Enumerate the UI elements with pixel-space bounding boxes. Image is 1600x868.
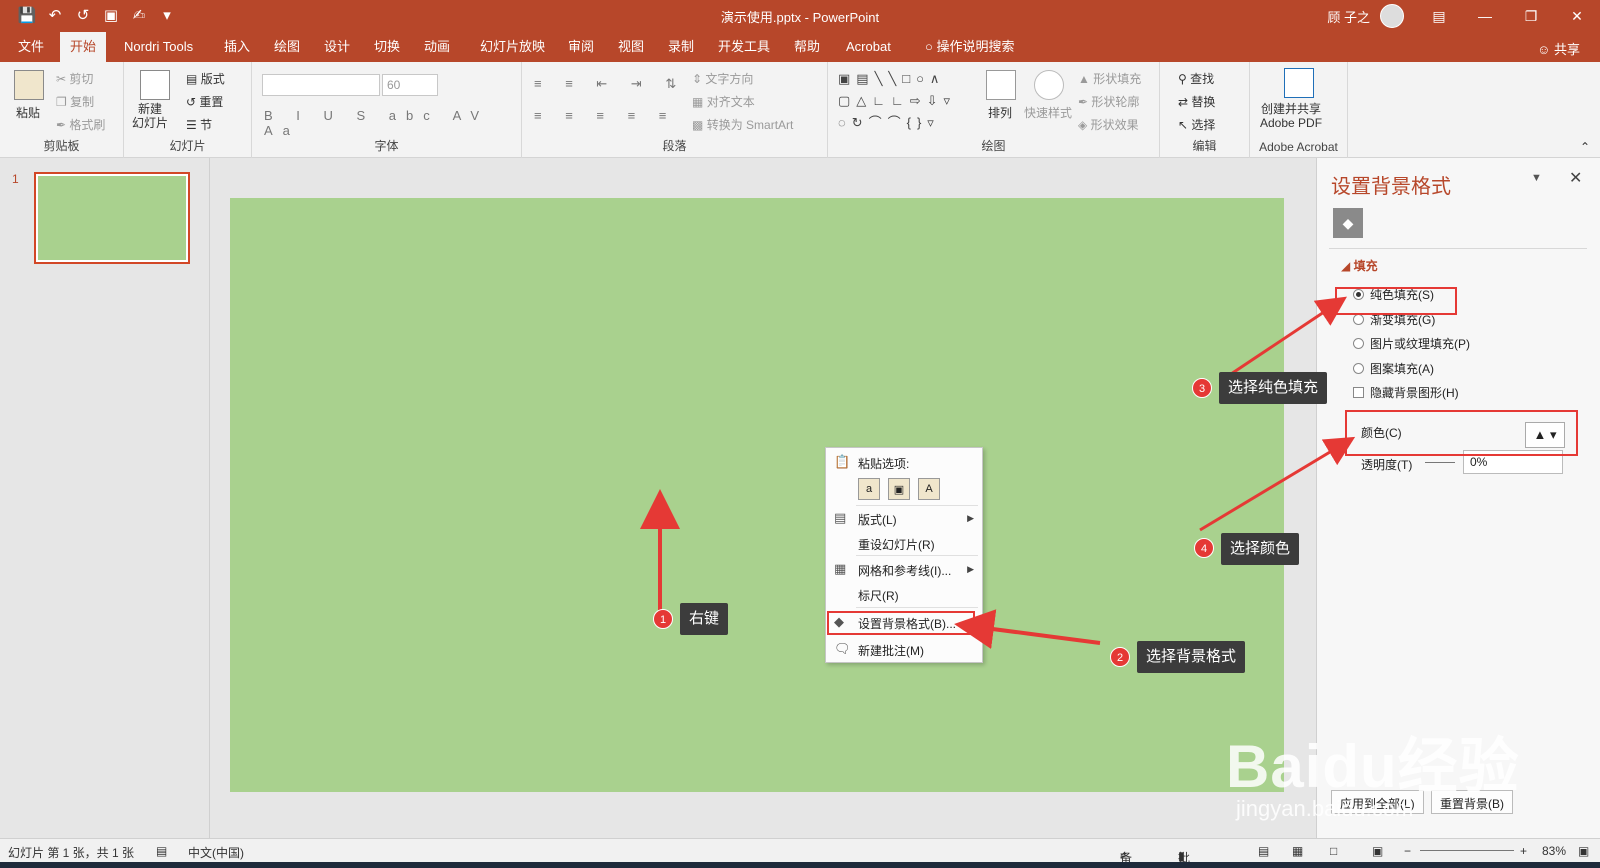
zoom-level[interactable]: 83% [1542,844,1566,858]
callout-select-color: 选择颜色 [1221,533,1300,565]
slideshow-icon[interactable]: ▣ [1372,844,1383,858]
reading-view-icon[interactable]: □ [1330,844,1337,858]
status-bar: 幻灯片 第 1 张，共 1 张 ▤ 中文(中国) ≡ 备注 ▮ 批注 ▤ ▦ □… [0,838,1600,865]
fit-slide-icon[interactable]: ▣ [1578,844,1589,858]
callout-right-click: 右键 [680,603,729,635]
step-badge-2: 2 [1110,647,1130,667]
zoom-out-icon[interactable]: − [1404,844,1411,858]
language-status[interactable]: 中文(中国) [188,844,244,861]
normal-view-icon[interactable]: ▤ [1258,844,1269,858]
step-badge-4: 4 [1194,538,1214,558]
zoom-slider[interactable] [1420,850,1514,851]
arrow-4 [1199,436,1356,532]
slide-sorter-icon[interactable]: ▦ [1292,844,1303,858]
spellcheck-icon[interactable]: ▤ [156,844,167,858]
step-badge-3: 3 [1192,378,1212,398]
arrow-2 [954,609,1101,649]
slide-count: 幻灯片 第 1 张，共 1 张 [8,846,135,860]
arrow-3 [1221,296,1347,382]
baidu-watermark: Baidu经验 [1226,733,1520,800]
callout-select-background: 选择背景格式 [1137,641,1246,673]
taskbar-strip [0,862,1600,868]
zoom-in-icon[interactable]: + [1520,844,1527,858]
step-badge-1: 1 [653,609,673,629]
watermark-url: jingyan.baidu.com [1236,796,1414,821]
callout-solid-fill: 选择纯色填充 [1219,372,1328,404]
